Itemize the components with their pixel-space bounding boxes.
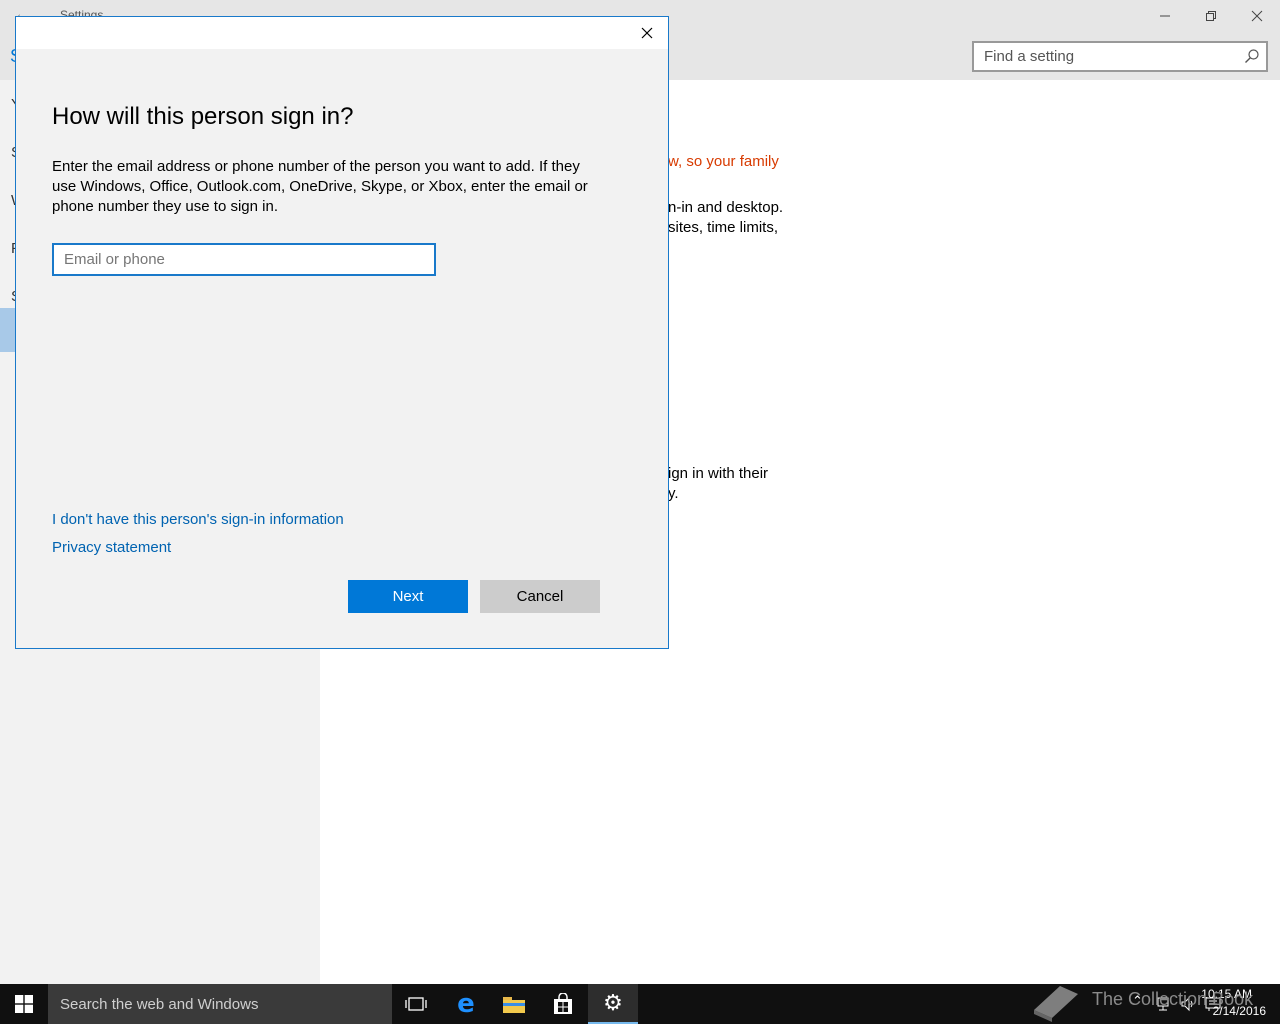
cancel-button[interactable]: Cancel (480, 580, 600, 613)
book-logo-icon (1034, 986, 1078, 1022)
privacy-statement-link[interactable]: Privacy statement (52, 539, 171, 556)
content-text: ign in with their (668, 465, 769, 482)
file-explorer-icon (503, 997, 525, 1013)
settings-search-placeholder: Find a setting (984, 48, 1075, 65)
start-button[interactable] (0, 984, 48, 1024)
email-or-phone-input[interactable] (52, 243, 436, 276)
sidebar-selected-indicator (0, 308, 16, 352)
watermark-text: The Collection Book (1092, 989, 1254, 1009)
edge-button[interactable]: e (442, 984, 490, 1024)
dialog-heading: How will this person sign in? (52, 103, 354, 130)
dialog-close-button[interactable] (636, 22, 658, 44)
dialog-description: Enter the email address or phone number … (52, 158, 588, 215)
settings-search-input[interactable]: Find a setting (972, 41, 1268, 72)
content-text[interactable]: w, so your family (668, 153, 779, 170)
taskbar-search-box[interactable]: Search the web and Windows (48, 984, 392, 1024)
minimize-icon[interactable] (1142, 0, 1188, 32)
add-person-dialog: How will this person sign in? Enter the … (15, 16, 669, 649)
restore-icon[interactable] (1188, 0, 1234, 32)
close-icon (641, 27, 653, 39)
windows-start-icon (15, 995, 33, 1013)
store-button[interactable] (539, 984, 587, 1024)
store-icon (554, 993, 572, 1014)
close-icon[interactable] (1234, 0, 1280, 32)
content-text: sites, time limits, (668, 219, 779, 236)
task-view-button[interactable] (392, 984, 440, 1024)
file-explorer-button[interactable] (490, 984, 538, 1024)
search-icon[interactable] (1244, 48, 1260, 64)
task-view-icon (405, 997, 427, 1011)
content-text: y. (668, 485, 679, 502)
taskbar: Search the web and Windows e ⚙ ⌃ 10:15 A… (0, 984, 1280, 1024)
settings-gear-icon: ⚙ (603, 990, 623, 1016)
taskbar-search-placeholder: Search the web and Windows (60, 995, 259, 1013)
edge-icon: e (457, 989, 475, 1019)
no-signin-info-link[interactable]: I don't have this person's sign-in infor… (52, 511, 344, 528)
next-button[interactable]: Next (348, 580, 468, 613)
dialog-titlebar (16, 17, 668, 49)
settings-taskbar-button[interactable]: ⚙ (588, 984, 638, 1024)
content-text: n-in and desktop. (668, 199, 784, 216)
